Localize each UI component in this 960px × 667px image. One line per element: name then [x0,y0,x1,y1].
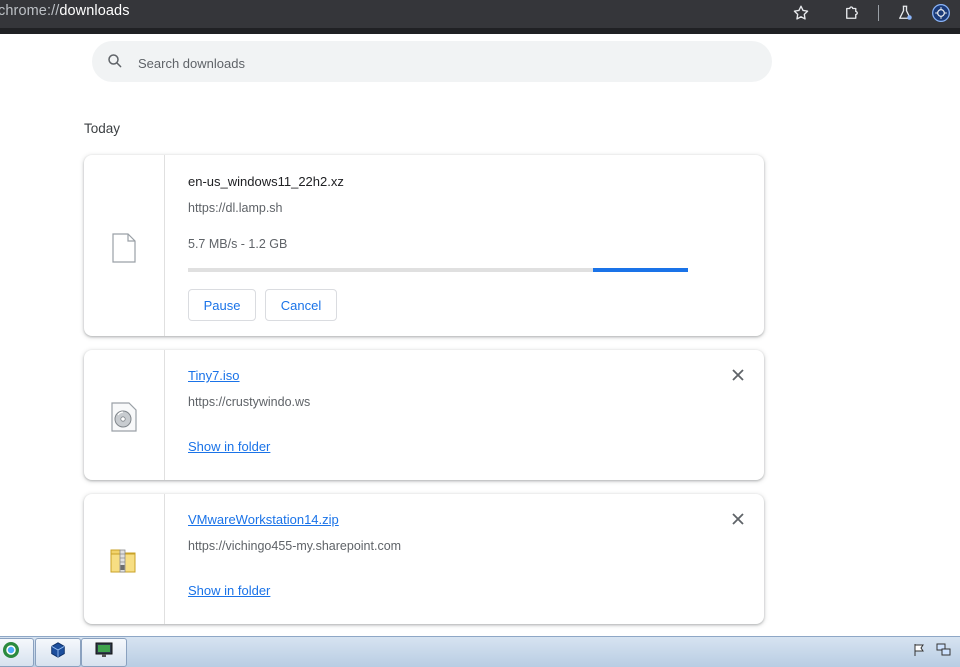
file-icon-column [84,155,165,336]
file-name-link[interactable]: Tiny7.iso [188,368,240,383]
cube-icon [49,641,67,664]
network-icon[interactable] [936,643,952,662]
progress-bar-fill [593,268,688,272]
flag-icon[interactable] [912,643,926,662]
file-name-link[interactable]: VMwareWorkstation14.zip [188,512,339,527]
show-in-folder-link[interactable]: Show in folder [188,583,270,598]
file-source-url: https://dl.lamp.sh [188,201,283,215]
download-item: Tiny7.iso https://crustywindo.ws Show in… [84,350,764,480]
taskbar-start-button[interactable] [0,638,34,667]
search-bar[interactable] [92,41,772,82]
taskbar-app-vm[interactable] [81,638,127,667]
flask-icon[interactable] [894,2,916,24]
file-source-url: https://vichingo455-my.sharepoint.com [188,539,402,553]
close-icon[interactable] [728,365,748,385]
file-name: en-us_windows11_22h2.xz [188,174,344,189]
browser-toolbar: chrome://downloads [0,0,960,28]
disc-image-icon [111,402,137,437]
date-section-title: Today [84,121,121,136]
show-in-folder-link[interactable]: Show in folder [188,439,270,454]
progress-bar [188,268,688,272]
document-icon [112,233,136,268]
os-taskbar [0,636,960,667]
browser-app-icon [1,640,21,665]
file-icon-column [84,350,165,480]
download-item: en-us_windows11_22h2.xz https://dl.lamp.… [84,155,764,336]
star-icon[interactable] [790,2,812,24]
taskbar-app-virtualbox[interactable] [35,638,81,667]
close-icon[interactable] [728,509,748,529]
pause-button[interactable]: Pause [188,289,256,321]
download-status: 5.7 MB/s - 1.2 GB [188,237,288,251]
zip-folder-icon [109,544,137,579]
toolbar-border [0,28,960,34]
url-scheme: chrome:// [0,3,60,19]
search-input[interactable] [136,51,740,75]
file-icon-column [84,494,165,624]
toolbar-divider [878,5,879,21]
cancel-button[interactable]: Cancel [265,289,337,321]
file-source-url: https://crustywindo.ws [188,395,311,409]
url-host: downloads [59,3,130,19]
download-item: VMwareWorkstation14.zip https://vichingo… [84,494,764,624]
puzzle-icon[interactable] [841,2,863,24]
search-icon [106,52,124,70]
profile-icon[interactable] [930,2,952,24]
address-bar[interactable]: chrome://downloads [0,3,130,19]
monitor-icon [94,641,114,664]
